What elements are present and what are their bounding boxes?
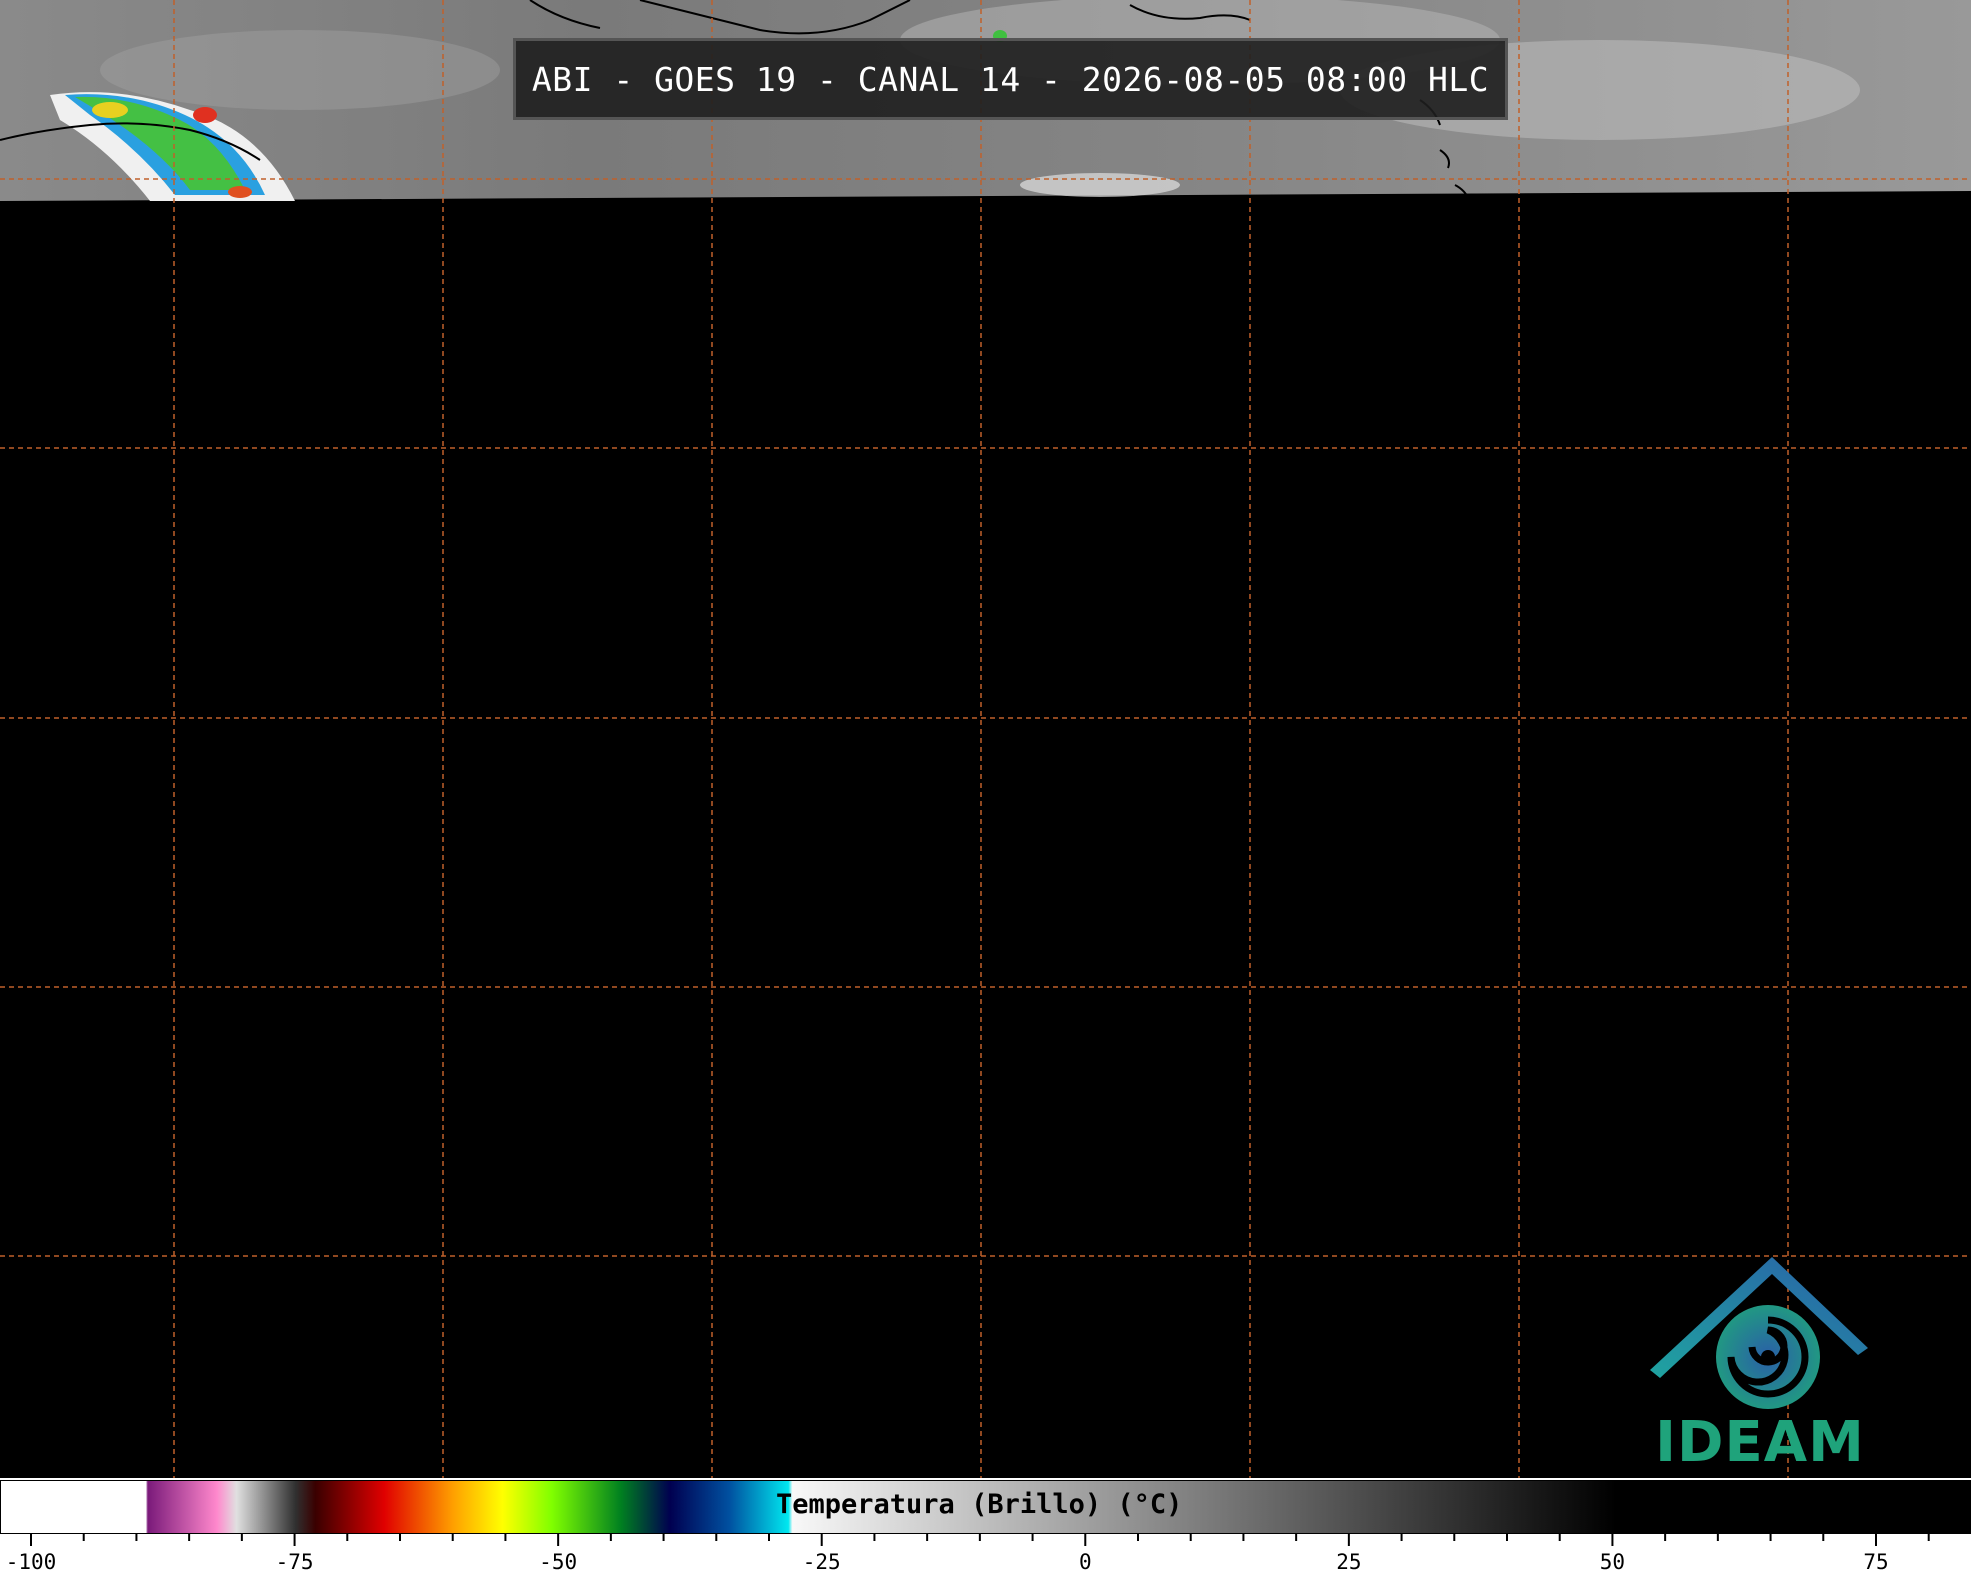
map-title: ABI - GOES 19 - CANAL 14 - 2026-08-05 08…: [513, 38, 1508, 120]
colorbar-tick-label: 0: [1078, 1550, 1092, 1574]
colorbar-tick-label: -100: [5, 1550, 57, 1574]
colorbar-tick-label: 75: [1863, 1550, 1889, 1574]
colorbar-tick-label: 50: [1599, 1550, 1626, 1574]
colorbar-tick-label: -50: [539, 1550, 578, 1574]
colorbar-label: Temperatura (Brillo) (°C): [776, 1489, 1183, 1520]
satellite-map: ABI - GOES 19 - CANAL 14 - 2026-08-05 08…: [0, 0, 1971, 1577]
colorbar-tick-label: 25: [1336, 1550, 1362, 1574]
ideam-house-swirl-icon: [1650, 1257, 1868, 1409]
colorbar-tick-label: -75: [275, 1550, 314, 1574]
colorbar-tick-label: -25: [802, 1550, 841, 1574]
ideam-logo-text: IDEAM: [1655, 1410, 1865, 1475]
ideam-logo: IDEAM: [1640, 1250, 1880, 1475]
